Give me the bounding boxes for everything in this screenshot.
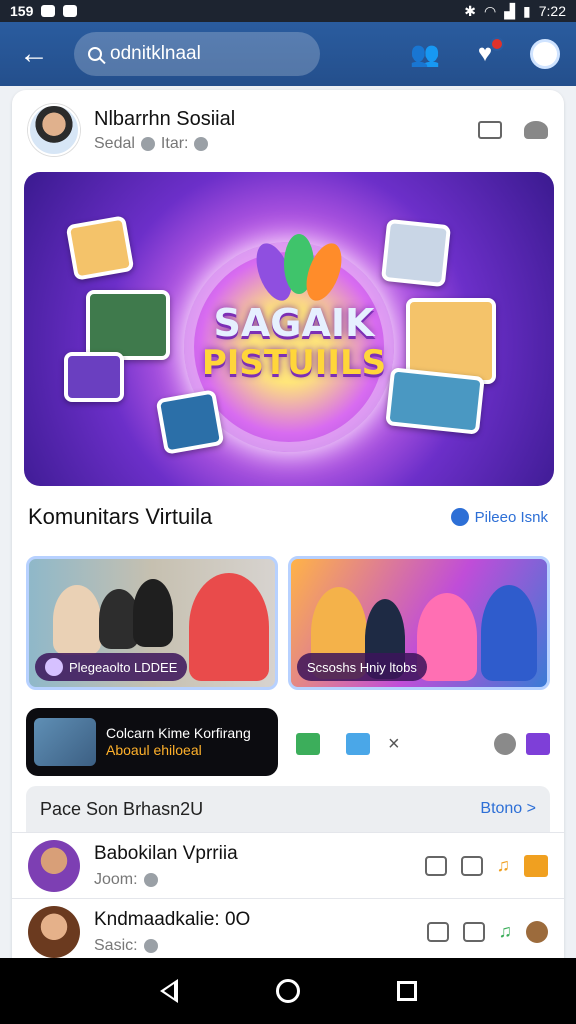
promo-image xyxy=(34,718,96,766)
author-sub: Sedal Itar: xyxy=(94,135,235,153)
more-icon[interactable] xyxy=(524,121,548,139)
share-icon[interactable] xyxy=(462,921,485,942)
section-header: Komunitars Virtuila Pileeo Isnk xyxy=(28,504,548,530)
status-time: 7:22 xyxy=(538,3,566,19)
battery-icon: ▮ xyxy=(523,2,531,19)
timer-icon[interactable] xyxy=(526,920,548,943)
thumb-caption: Scsoshs Hniy ltobs xyxy=(297,653,427,681)
search-icon xyxy=(88,47,102,61)
status-icon xyxy=(143,938,158,953)
music-icon[interactable]: ♫ xyxy=(499,921,513,942)
promo-card[interactable]: Colcarn Kime Korfirang Aboaul ehiloeal xyxy=(26,708,278,776)
copy-icon[interactable] xyxy=(426,921,449,942)
system-nav-bar xyxy=(0,958,576,1024)
avatar[interactable] xyxy=(28,905,80,958)
promo-line-1: Colcarn Kime Korfirang xyxy=(106,724,251,741)
close-icon[interactable]: × xyxy=(388,733,400,756)
reaction-row: × xyxy=(296,730,550,758)
row-sub: Joom: xyxy=(94,870,138,888)
banner-title: Pace Son Brhasn2U xyxy=(40,798,204,819)
people-icon[interactable]: 👥 xyxy=(408,37,442,71)
section-link[interactable]: Pileeo Isnk xyxy=(450,508,548,526)
privacy-icon xyxy=(194,136,209,151)
promo-line-2: Aboaul ehiloeal xyxy=(106,742,202,758)
status-left-text: 159 xyxy=(10,3,34,19)
share-icon[interactable] xyxy=(460,855,483,876)
community-thumb-2[interactable]: Scsoshs Hniy ltobs xyxy=(288,556,550,690)
post-header: Nlbarrhn Sosiial Sedal Itar: xyxy=(28,100,548,160)
page-banner[interactable]: Pace Son Brhasn2U Btono > xyxy=(26,786,550,832)
play-icon xyxy=(45,658,63,676)
profile-icon[interactable] xyxy=(528,37,562,71)
list-item[interactable]: Kndmaadkalie: 0O Sasic: ♫ xyxy=(12,898,564,964)
row-name: Babokilan Vprriia xyxy=(94,842,238,864)
nav-back-icon[interactable] xyxy=(151,973,187,1009)
message-notification-icon xyxy=(63,5,78,17)
post-card: Nlbarrhn Sosiial Sedal Itar: SAGAIK PIST… xyxy=(12,90,564,960)
signal-icon: ▟ xyxy=(504,2,516,19)
gift-icon[interactable] xyxy=(346,733,370,755)
arrow-circle-icon xyxy=(450,508,469,526)
avatar[interactable] xyxy=(28,104,80,156)
author-name[interactable]: Nlbarrhn Sosiial xyxy=(94,108,235,131)
puzzle-icon[interactable] xyxy=(526,733,550,755)
reaction-icon[interactable] xyxy=(494,733,516,755)
search-value: odnitklnaal xyxy=(110,43,201,64)
row-name: Kndmaadkalie: 0O xyxy=(94,908,251,930)
avatar[interactable] xyxy=(28,839,80,892)
globe-icon xyxy=(140,136,155,151)
wifi-icon: ◠ xyxy=(484,2,497,19)
app-notification-icon xyxy=(41,5,56,17)
copy-icon[interactable] xyxy=(424,855,447,876)
notification-badge xyxy=(490,37,504,51)
status-bar: 159 ✱ ◠ ▟ ▮ 7:22 xyxy=(0,0,576,22)
app-bar: ← odnitklnaal 👥 ♥ xyxy=(0,22,576,86)
back-arrow-icon[interactable]: ← xyxy=(14,34,54,74)
bluetooth-icon: ✱ xyxy=(464,2,477,19)
search-input[interactable]: odnitklnaal xyxy=(74,32,320,76)
save-icon[interactable] xyxy=(478,121,502,139)
hero-title: SAGAIK PISTUIILS xyxy=(201,301,387,383)
list-item[interactable]: Babokilan Vprriia Joom: ♫ xyxy=(12,832,564,898)
music-icon[interactable]: ♫ xyxy=(497,855,511,876)
section-title: Komunitars Virtuila xyxy=(28,504,213,529)
gift-icon[interactable] xyxy=(524,854,548,877)
thumb-caption: Plegeaolto LDDEE xyxy=(35,653,188,681)
community-thumb-1[interactable]: Plegeaolto LDDEE xyxy=(26,556,278,690)
status-icon xyxy=(143,872,158,887)
row-sub: Sasic: xyxy=(94,936,138,954)
banner-link[interactable]: Btono > xyxy=(480,800,536,818)
gift-icon[interactable] xyxy=(296,733,320,755)
heart-icon[interactable]: ♥ xyxy=(468,37,504,71)
hero-image[interactable]: SAGAIK PISTUIILS xyxy=(24,172,554,486)
nav-recents-icon[interactable] xyxy=(389,973,425,1009)
nav-home-icon[interactable] xyxy=(270,973,306,1009)
